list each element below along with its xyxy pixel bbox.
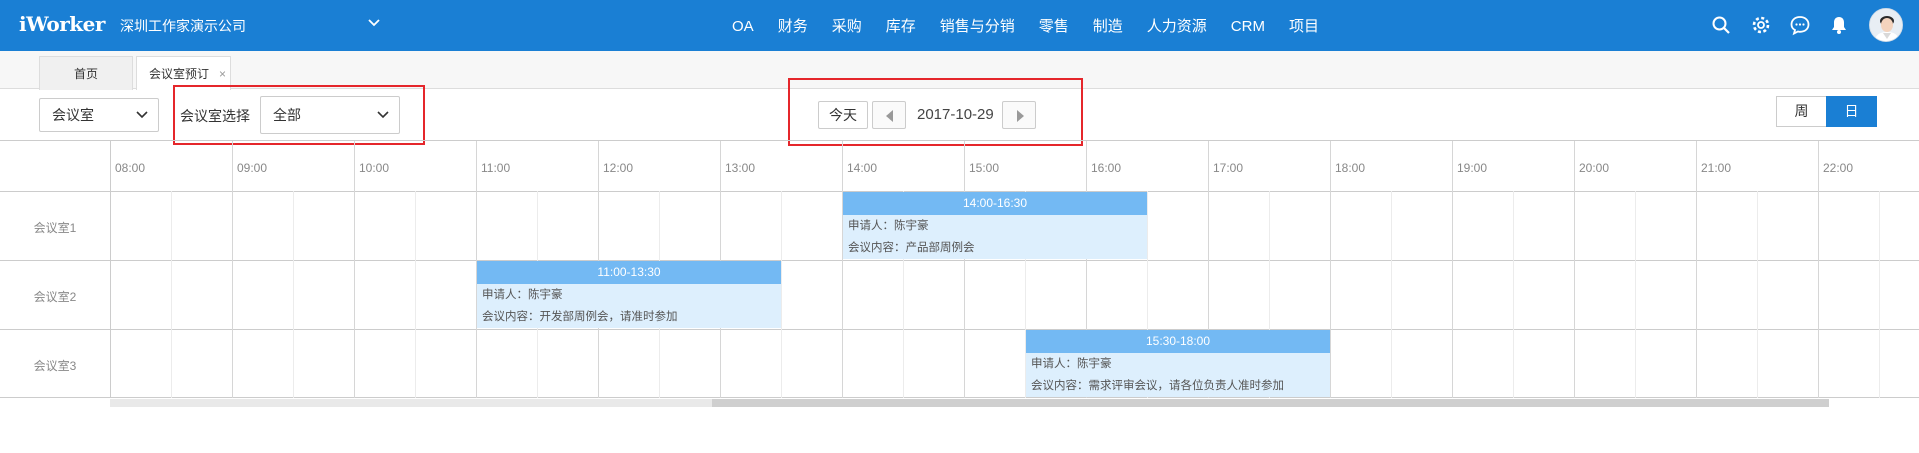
main-menu: OA 财务 采购 库存 销售与分销 零售 制造 人力资源 CRM 项目 [720,0,1331,51]
chevron-down-icon [377,111,389,119]
nav-item[interactable]: 项目 [1277,0,1331,51]
user-avatar-icon [1870,9,1902,41]
hour-label: 14:00 [847,161,878,175]
booking-block[interactable]: 14:00-16:30 申请人：陈宇豪会议内容：产品部周例会 [843,192,1147,259]
grid-line [415,191,416,398]
booking-time: 14:00-16:30 [843,192,1147,215]
grid-line [1879,191,1880,398]
tab-label: 会议室预订 [149,67,210,81]
grid-line [1696,141,1697,398]
grid-line [1635,191,1636,398]
avatar[interactable] [1869,8,1903,42]
hour-label: 15:00 [969,161,1000,175]
grid-line [964,141,965,398]
grid-line [1330,141,1331,398]
nav-item[interactable]: OA [720,0,766,51]
nav-item[interactable]: 财务 [766,0,820,51]
grid-line [354,141,355,398]
hour-label: 09:00 [237,161,268,175]
horizontal-scrollbar[interactable] [110,399,1829,407]
booking-time: 15:30-18:00 [1026,330,1330,353]
grid-line [0,397,1919,398]
hour-label: 11:00 [481,161,511,175]
grid-line [1513,191,1514,398]
booking-applicant: 申请人：陈宇豪 [482,289,563,301]
hour-label: 21:00 [1701,161,1732,175]
room-label: 会议室3 [33,359,77,373]
nav-item[interactable]: 采购 [820,0,874,51]
nav-item[interactable]: 库存 [874,0,928,51]
hour-label: 20:00 [1579,161,1610,175]
nav-item[interactable]: 制造 [1081,0,1135,51]
prev-day-button[interactable] [872,101,906,129]
tab-label: 首页 [73,67,98,81]
tab-home[interactable]: 首页 [39,56,133,90]
today-button[interactable]: 今天 [818,101,868,129]
grid-line [1757,191,1758,398]
grid-line [171,191,172,398]
resource-type-value: 会议室 [52,107,94,123]
booking-content: 会议内容：开发部周例会，请准时参加 [482,311,678,323]
hour-label: 18:00 [1335,161,1366,175]
room-label: 会议室2 [33,290,77,304]
schedule-grid: 08:00 09:00 10:00 11:00 12:00 13:00 14:00 15:00… [0,140,1919,399]
nav-item[interactable]: 零售 [1027,0,1081,51]
app-logo[interactable]: iWorker [19,12,105,36]
grid-line [293,191,294,398]
caret-right-icon [1017,110,1024,122]
bell-icon[interactable] [1828,14,1850,36]
scrollbar-thumb[interactable] [712,399,1829,407]
grid-line [842,141,843,398]
hour-label: 13:00 [725,161,756,175]
chevron-down-icon[interactable] [367,16,381,30]
booking-block[interactable]: 11:00-13:30 申请人：陈宇豪会议内容：开发部周例会，请准时参加 [477,261,781,328]
booking-content: 会议内容：产品部周例会 [848,242,975,254]
grid-line [781,191,782,398]
hour-label: 19:00 [1457,161,1488,175]
hour-label: 17:00 [1213,161,1244,175]
grid-line [1391,191,1392,398]
nav-item[interactable]: 销售与分销 [928,0,1027,51]
hour-label: 22:00 [1823,161,1854,175]
grid-line [110,141,111,398]
hour-label: 08:00 [115,161,146,175]
week-view-button[interactable]: 周 [1776,96,1827,127]
top-navigation-bar: iWorker 深圳工作家演示公司 OA 财务 采购 库存 销售与分销 零售 制造 人力资源 C… [0,0,1919,51]
booking-applicant: 申请人：陈宇豪 [848,220,929,232]
room-label: 会议室1 [33,221,77,235]
gear-icon[interactable] [1750,14,1772,36]
room-select-value: 全部 [273,107,301,123]
chat-icon[interactable] [1789,14,1811,36]
grid-line [1818,141,1819,398]
nav-item[interactable]: 人力资源 [1135,0,1219,51]
hour-label: 12:00 [603,161,634,175]
booking-time: 11:00-13:30 [477,261,781,284]
booking-block[interactable]: 15:30-18:00 申请人：陈宇豪会议内容：需求评审会议，请各位负责人准时参加 [1026,330,1330,397]
current-date: 2017-10-29 [917,106,994,123]
resource-type-select[interactable]: 会议室 [39,98,159,132]
company-name[interactable]: 深圳工作家演示公司 [120,16,246,36]
hour-label: 10:00 [359,161,390,175]
grid-line [232,141,233,398]
hour-label: 16:00 [1091,161,1122,175]
grid-line [1452,141,1453,398]
day-view-button[interactable]: 日 [1826,96,1877,127]
grid-line [0,260,1919,261]
booking-content: 会议内容：需求评审会议，请各位负责人准时参加 [1031,380,1284,392]
chevron-down-icon [136,111,148,119]
room-select-label: 会议室选择 [180,108,250,124]
caret-left-icon [886,110,893,122]
grid-line [0,329,1919,330]
next-day-button[interactable] [1002,101,1036,129]
grid-line [1574,141,1575,398]
search-icon[interactable] [1710,14,1732,36]
nav-item[interactable]: CRM [1219,0,1277,51]
booking-applicant: 申请人：陈宇豪 [1031,358,1112,370]
room-select[interactable]: 全部 [260,96,400,134]
